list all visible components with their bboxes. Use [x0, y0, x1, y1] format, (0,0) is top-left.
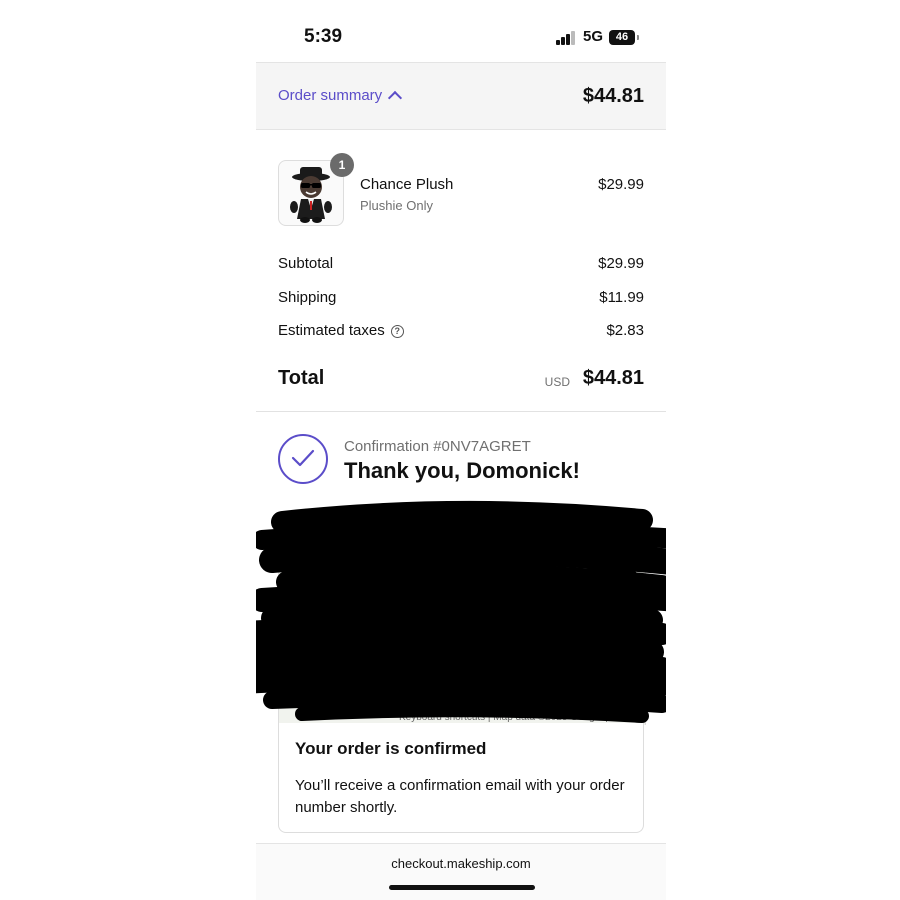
quantity-badge: 1 — [330, 153, 354, 177]
battery-icon: 46 — [609, 30, 639, 45]
product-name: Chance Plush — [360, 176, 454, 193]
total-currency: USD — [544, 375, 570, 389]
shipping-value: $11.99 — [599, 289, 644, 306]
redaction-scribble — [256, 500, 666, 723]
product-variant: Plushie Only — [360, 198, 433, 213]
cell-signal-icon — [556, 31, 576, 45]
product-price: $29.99 — [598, 176, 644, 193]
subtotal-label: Subtotal — [278, 255, 334, 272]
product-thumbnail: 1 — [278, 153, 354, 226]
browser-address-bar: checkout.makeship.com — [256, 843, 666, 900]
network-type: 5G — [583, 28, 604, 45]
checkmark-icon — [278, 434, 328, 484]
confirmation-number: Confirmation #0NV7AGRET — [344, 438, 531, 455]
thank-you-heading: Thank you, Domonick! — [344, 458, 580, 483]
order-confirmed-message: You’ll receive a confirmation email with… — [295, 777, 625, 816]
status-time: 5:39 — [304, 26, 343, 47]
section-divider — [256, 411, 666, 412]
order-summary-bar: Order summary $44.81 — [256, 62, 666, 130]
url-text[interactable]: checkout.makeship.com — [256, 856, 666, 871]
line-item: 1 Chance Plush Plushie Only $29.99 — [278, 153, 644, 230]
subtotal-value: $29.99 — [598, 255, 644, 272]
taxes-label: Estimated taxes — [278, 322, 385, 339]
total-row: Total USD $44.81 — [278, 367, 644, 397]
total-value: $44.81 — [582, 367, 644, 389]
order-summary-label: Order summary — [278, 87, 383, 104]
chevron-up-icon — [388, 90, 403, 106]
order-confirmed-title: Your order is confirmed — [295, 739, 487, 758]
taxes-label-wrap: Estimated taxes? — [278, 322, 404, 339]
help-icon[interactable]: ? — [390, 325, 404, 338]
checkout-screen: 5:39 5G 46 Order summary $44.81 1 Chance… — [256, 0, 666, 900]
home-indicator[interactable] — [389, 885, 535, 890]
order-confirmed-card: Your order is confirmed You’ll receive a… — [278, 723, 644, 833]
shipping-label: Shipping — [278, 289, 337, 306]
total-label: Total — [278, 367, 325, 389]
status-bar: 5:39 5G 46 — [256, 0, 666, 62]
order-summary-toggle[interactable]: Order summary — [278, 87, 403, 106]
summary-total: $44.81 — [582, 85, 644, 107]
taxes-value: $2.83 — [606, 322, 644, 339]
